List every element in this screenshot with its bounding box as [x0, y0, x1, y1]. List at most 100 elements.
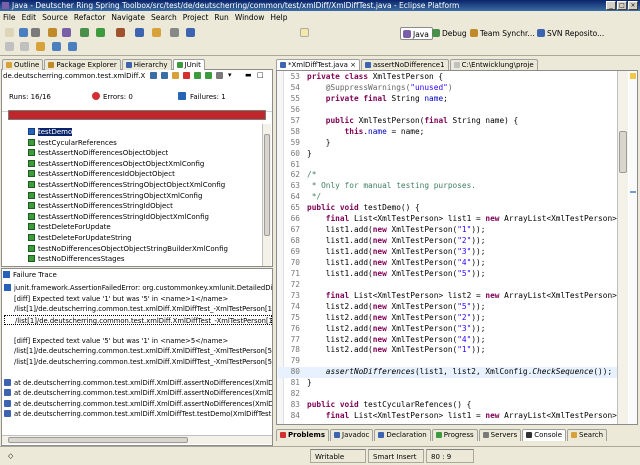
tab-console[interactable]: Console [522, 429, 567, 441]
new-class-icon[interactable] [135, 28, 144, 37]
test-item[interactable]: testDeleteForUpdateString [28, 233, 266, 244]
test-item[interactable]: testCycularReferences [28, 138, 266, 149]
new-file-icon[interactable] [5, 28, 14, 37]
view-menu-icon[interactable]: ▾ [228, 71, 232, 80]
print-icon[interactable] [31, 28, 40, 37]
test-item[interactable]: testNoDifferencesObjectObjectStringBuild… [28, 244, 266, 255]
trace-line[interactable] [4, 325, 272, 336]
test-run-history-icon[interactable] [216, 72, 223, 79]
perspective-debug[interactable]: Debug [430, 27, 470, 40]
rerun-test-icon[interactable] [194, 72, 201, 79]
test-tree-scrollbar[interactable] [262, 124, 271, 266]
open-type-icon[interactable] [152, 28, 161, 37]
menu-refactor[interactable]: Refactor [71, 13, 108, 22]
trace-line[interactable]: /list[1]/de.deutscherring.common.test.xm… [4, 357, 272, 368]
trace-line[interactable]: /list[1]/de.deutscherring.common.test.xm… [4, 304, 272, 315]
trace-line[interactable]: at de.deutscherring.common.test.xmlDiff.… [4, 399, 272, 410]
new-java-project-icon[interactable] [48, 28, 57, 37]
test-item[interactable]: testAssertNoDifferencesIdObjectObject [28, 169, 266, 180]
test-item[interactable]: testAssertNoDifferencesStringIdObject [28, 201, 266, 212]
trace-line[interactable]: at de.deutscherring.common.test.xmlDiff.… [4, 378, 272, 389]
tab-package-explorer[interactable]: Package Explorer [44, 59, 121, 70]
trace-line[interactable]: [diff] Expected text value '5' but was '… [4, 336, 272, 347]
save-icon[interactable] [19, 28, 28, 37]
menu-window[interactable]: Window [232, 13, 268, 22]
rerun-failed-first-icon[interactable] [205, 72, 212, 79]
tab-javadoc[interactable]: Javadoc [330, 429, 374, 441]
code-line: 58 this.name = name; [278, 127, 620, 138]
debug-icon[interactable] [80, 28, 89, 37]
tab-outline[interactable]: Outline [2, 59, 44, 70]
maximize-view-icon[interactable]: □ [257, 71, 264, 80]
test-item[interactable]: testAssertNoDifferencesObjectObjectXmlCo… [28, 159, 266, 170]
test-tree-scrollbar-thumb[interactable] [264, 134, 270, 236]
trace-line[interactable]: /list[1]/de.deutscherring.common.test.xm… [4, 314, 272, 325]
menu-search[interactable]: Search [148, 13, 180, 22]
editor-tab-1[interactable]: assertNoDifference1 [361, 59, 449, 70]
test-item[interactable]: testAssertNoDifferencesStringObjectXmlCo… [28, 191, 266, 202]
quick-access-toggle-icon[interactable] [300, 28, 309, 37]
tab-junit[interactable]: JUnit [172, 59, 205, 70]
tab-problems[interactable]: Problems [276, 429, 330, 441]
code-line: 59 } [278, 138, 620, 149]
stop-run-icon[interactable] [183, 72, 190, 79]
last-edit-icon[interactable] [36, 42, 45, 51]
maximize-button[interactable]: □ [617, 1, 627, 10]
trace-line[interactable]: junit.framework.AssertionFailedError: or… [4, 283, 272, 294]
test-item[interactable]: testAssertNoDifferencesStringIdObjectXml… [28, 212, 266, 223]
trace-hscrollbar-thumb[interactable] [8, 437, 188, 443]
trace-line[interactable] [4, 367, 272, 378]
line-number: 68 [290, 236, 300, 246]
warning-marker[interactable] [630, 73, 636, 79]
show-failures-only-icon[interactable] [172, 72, 179, 79]
menu-project[interactable]: Project [180, 13, 212, 22]
menu-edit[interactable]: Edit [19, 13, 40, 22]
close-button[interactable]: × [628, 1, 638, 10]
perspective-svn-reposito[interactable]: SVN Reposito... [535, 27, 607, 40]
forward-icon[interactable] [68, 42, 77, 51]
test-item[interactable]: testDemo [28, 127, 266, 138]
test-item[interactable]: testAssertNoDifferencesStringObjectObjec… [28, 180, 266, 191]
open-perspective-icon[interactable] [186, 28, 195, 37]
editor-tab-2[interactable]: C:\Entwicklung\proje [449, 59, 538, 70]
minimize-view-icon[interactable]: ▬ [245, 71, 252, 80]
code-area[interactable]: 53 private class XmlTestPerson {54 @Suppr… [278, 72, 620, 422]
minimize-button[interactable]: _ [606, 1, 616, 10]
fast-view-icon[interactable]: ◇ [4, 449, 13, 463]
tab-servers[interactable]: Servers [478, 429, 522, 441]
new-package-icon[interactable] [62, 28, 71, 37]
tab-progress[interactable]: Progress [431, 429, 478, 441]
prev-annotation-icon[interactable] [20, 42, 29, 51]
tab-hierarchy[interactable]: Hierarchy [121, 59, 172, 70]
back-icon[interactable] [52, 42, 61, 51]
next-failure-icon[interactable] [150, 72, 157, 79]
previous-failure-icon[interactable] [161, 72, 168, 79]
occurrence-marker[interactable] [630, 191, 636, 193]
trace-line[interactable]: [diff] Expected text value '1' but was '… [4, 294, 272, 305]
editor-vscrollbar[interactable] [617, 71, 628, 424]
perspective-java[interactable]: Java [400, 27, 433, 40]
tab-search[interactable]: Search [567, 429, 608, 441]
close-tab-icon[interactable]: × [348, 61, 356, 69]
external-tools-icon[interactable] [116, 28, 125, 37]
trace-line[interactable]: at de.deutscherring.common.test.xmlDiff.… [4, 388, 272, 399]
trace-line[interactable]: /list[1]/de.deutscherring.common.test.xm… [4, 346, 272, 357]
test-item[interactable]: testDeleteForUpdate [28, 222, 266, 233]
trace-line[interactable]: at de.deutscherring.common.test.xmlDiff.… [4, 409, 272, 420]
menu-source[interactable]: Source [39, 13, 71, 22]
next-annotation-icon[interactable] [5, 42, 14, 51]
run-icon[interactable] [96, 28, 105, 37]
test-item[interactable]: testNoDifferencesStages [28, 254, 266, 265]
menu-file[interactable]: File [0, 13, 19, 22]
search-icon[interactable] [170, 28, 179, 37]
declaration-icon [378, 432, 385, 438]
perspective-team-synchr[interactable]: Team Synchr... [468, 27, 538, 40]
trace-hscrollbar[interactable] [2, 435, 272, 444]
editor-vscrollbar-thumb[interactable] [619, 131, 627, 173]
menu-run[interactable]: Run [211, 13, 231, 22]
menu-help[interactable]: Help [267, 13, 290, 22]
menu-navigate[interactable]: Navigate [108, 13, 148, 22]
test-item[interactable]: testAssertNoDifferencesObjectObject [28, 148, 266, 159]
editor-tab-0[interactable]: *XmlDiffTest.java × [276, 59, 360, 70]
tab-declaration[interactable]: Declaration [374, 429, 431, 441]
